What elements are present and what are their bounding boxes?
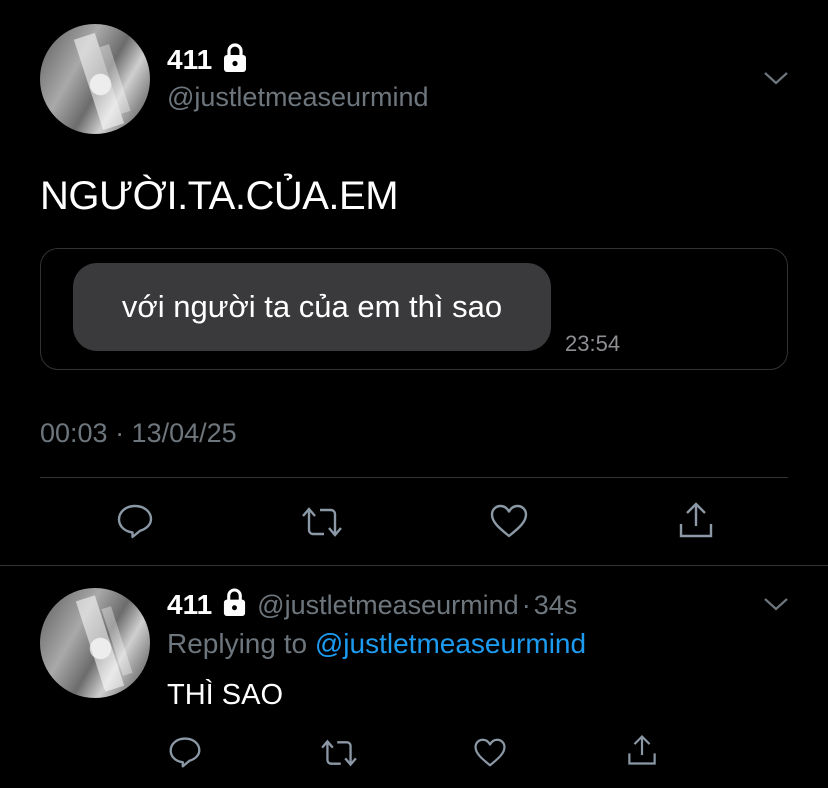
divider — [40, 477, 788, 478]
message-text: với người ta của em thì sao — [121, 289, 503, 324]
chevron-down-icon[interactable] — [762, 68, 790, 88]
quoted-media-card[interactable]: với người ta của em thì sao 23:54 — [40, 248, 788, 370]
chevron-down-icon[interactable] — [762, 594, 790, 614]
reply-text: THÌ SAO — [167, 679, 284, 711]
message-time: 23:54 — [565, 331, 621, 356]
share-icon[interactable] — [677, 500, 715, 540]
lock-icon — [222, 42, 248, 78]
replying-label: Replying to — [167, 628, 308, 659]
share-icon[interactable] — [626, 733, 658, 767]
reply-avatar[interactable] — [40, 588, 150, 698]
reply-user-handle[interactable]: @justletmeaseurmind — [257, 590, 519, 621]
reply-display-name[interactable]: 411 — [167, 589, 212, 621]
retweet-icon[interactable] — [319, 737, 359, 769]
lock-icon — [222, 588, 247, 622]
separator-dot: · — [521, 589, 531, 620]
author-header: 411 — [167, 42, 248, 78]
avatar[interactable] — [40, 24, 150, 134]
reply-icon[interactable] — [116, 502, 154, 540]
retweet-icon[interactable] — [300, 504, 344, 540]
display-name[interactable]: 411 — [167, 44, 212, 76]
tweet-text: NGƯỜI.TA.CỦA.EM — [40, 174, 399, 218]
replying-mention-link[interactable]: @justletmeaseurmind — [315, 628, 586, 659]
reply-age[interactable]: 34s — [534, 590, 578, 621]
replying-to: Replying to @justletmeaseurmind — [167, 628, 586, 660]
reply-icon[interactable] — [168, 735, 202, 769]
message-bubble: với người ta của em thì sao — [73, 263, 551, 351]
like-icon[interactable] — [473, 737, 507, 768]
reply-author-header: 411 @justletmeaseurmind · 34s — [167, 588, 577, 622]
user-handle[interactable]: @justletmeaseurmind — [167, 82, 429, 113]
section-divider — [0, 565, 828, 566]
like-icon[interactable] — [489, 503, 529, 539]
tweet-timestamp[interactable]: 00:03 · 13/04/25 — [40, 418, 237, 449]
